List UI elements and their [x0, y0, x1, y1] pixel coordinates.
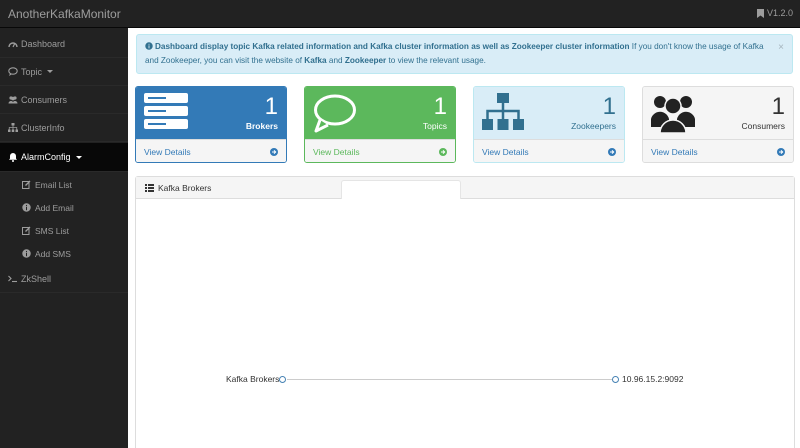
zookeeper-link[interactable]: Zookeeper — [345, 56, 386, 65]
sitemap-icon — [8, 123, 18, 133]
view-details-label: View Details — [651, 147, 698, 157]
topics-panel: 1 Topics View Details — [304, 86, 456, 163]
sidebar-item-zkshell[interactable]: ZkShell — [0, 265, 128, 293]
top-navbar: AnotherKafkaMonitor V1.2.0 — [0, 0, 800, 28]
sidebar-item-label: AlarmConfig — [21, 152, 71, 162]
sidebar-item-label: ClusterInfo — [21, 122, 65, 133]
comment-icon — [8, 67, 18, 77]
list-icon — [145, 183, 154, 192]
broker-address-label: 10.96.15.2:9092 — [622, 374, 684, 384]
version-label: V1.2.0 — [766, 8, 793, 18]
view-details-label: View Details — [482, 147, 529, 157]
sidebar: Dashboard Topic Consumers ClusterInfo Al… — [0, 28, 128, 448]
sidebar-item-clusterinfo[interactable]: ClusterInfo — [0, 114, 128, 142]
bell-icon — [8, 152, 18, 162]
server-icon — [144, 93, 188, 131]
panel-title: Kafka Brokers — [158, 182, 212, 193]
users-icon — [8, 95, 18, 105]
panel-heading: 1 Brokers — [136, 87, 286, 139]
arrow-circle-right-icon — [439, 148, 447, 156]
arrow-circle-right-icon — [270, 148, 278, 156]
sidebar-subitem-sms-list[interactable]: SMS List — [0, 219, 128, 242]
comment-icon — [313, 93, 357, 135]
sidebar-item-label: Email List — [35, 179, 72, 190]
alert-strong-text: Dashboard display topic Kafka related in… — [155, 42, 630, 51]
brokers-count: 1 — [264, 93, 278, 120]
sidebar-item-topic[interactable]: Topic — [0, 58, 128, 86]
sidebar-item-label: Add SMS — [35, 248, 71, 259]
app-brand[interactable]: AnotherKafkaMonitor — [8, 7, 121, 21]
brokers-panel: 1 Brokers View Details — [135, 86, 287, 163]
alert-text-end: to view the relevant usage. — [386, 56, 486, 65]
sidebar-item-label: Topic — [21, 66, 43, 77]
info-icon — [22, 203, 31, 212]
topics-label: Topics — [422, 121, 447, 131]
alert-and-text: and — [326, 56, 345, 65]
consumers-panel: 1 Consumers View Details — [642, 86, 794, 163]
kafka-brokers-heading: Kafka Brokers — [136, 177, 794, 199]
topics-count: 1 — [433, 93, 447, 120]
tree-link — [287, 379, 612, 380]
kafka-link[interactable]: Kafka — [304, 56, 326, 65]
sidebar-item-dashboard[interactable]: Dashboard — [0, 30, 128, 58]
view-details-label: View Details — [313, 147, 360, 157]
sidebar-subitem-email-list[interactable]: Email List — [0, 173, 128, 196]
sidebar-item-label: Add Email — [35, 202, 74, 213]
tree-root-label: Kafka Brokers — [226, 374, 280, 384]
edit-icon — [22, 180, 31, 189]
zookeepers-panel: 1 Zookeepers View Details — [473, 86, 625, 163]
info-icon — [145, 41, 153, 54]
info-icon — [22, 249, 31, 258]
kafka-brokers-panel: Kafka Brokers — [135, 176, 795, 448]
sidebar-item-label: Consumers — [21, 94, 68, 105]
tree-leaf-node[interactable] — [612, 376, 619, 383]
sitemap-icon — [482, 93, 524, 133]
close-icon[interactable]: × — [778, 41, 784, 54]
chevron-down-icon — [75, 155, 82, 159]
edit-icon — [22, 226, 31, 235]
zookeepers-view-details[interactable]: View Details — [474, 139, 624, 162]
brokers-label: Brokers — [245, 121, 278, 131]
sidebar-subitem-add-email[interactable]: Add Email — [0, 196, 128, 219]
consumers-label: Consumers — [741, 121, 785, 131]
chevron-down-icon — [47, 70, 54, 73]
version-indicator: V1.2.0 — [756, 8, 793, 18]
sidebar-item-alarmconfig[interactable]: AlarmConfig — [0, 143, 128, 172]
bookmark-icon — [756, 8, 764, 18]
consumers-count: 1 — [771, 93, 785, 120]
sidebar-item-label: Dashboard — [21, 38, 66, 49]
sidebar-item-consumers[interactable]: Consumers — [0, 86, 128, 114]
tree-root-node[interactable] — [279, 376, 286, 383]
tooltip-ghost — [341, 180, 461, 199]
topics-view-details[interactable]: View Details — [305, 139, 455, 162]
sidebar-item-label: SMS List — [35, 225, 70, 236]
terminal-icon — [8, 274, 18, 284]
info-alert: Dashboard display topic Kafka related in… — [136, 34, 793, 74]
consumers-view-details[interactable]: View Details — [643, 139, 793, 162]
dashboard-icon — [8, 39, 18, 49]
brokers-view-details[interactable]: View Details — [136, 139, 286, 162]
panel-heading: 1 Consumers — [643, 87, 793, 139]
zookeepers-label: Zookeepers — [571, 121, 616, 131]
view-details-label: View Details — [144, 147, 191, 157]
arrow-circle-right-icon — [608, 148, 616, 156]
arrow-circle-right-icon — [777, 148, 785, 156]
zookeepers-count: 1 — [602, 93, 616, 120]
sidebar-subitem-add-sms[interactable]: Add SMS — [0, 242, 128, 265]
users-icon — [650, 93, 696, 135]
sidebar-item-label: ZkShell — [21, 273, 52, 284]
panel-heading: 1 Topics — [305, 87, 455, 139]
panel-heading: 1 Zookeepers — [474, 87, 624, 139]
